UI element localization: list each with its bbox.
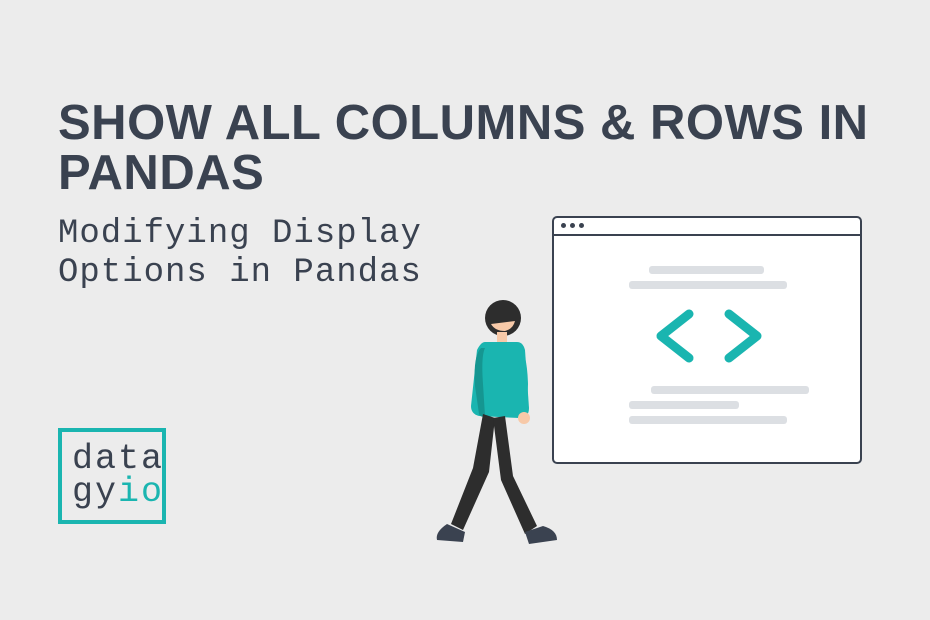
subtitle: Modifying Display Options in Pandas (58, 215, 422, 293)
main-title: SHOW ALL COLUMNS & ROWS IN PANDAS (58, 98, 930, 199)
subtitle-line1: Modifying Display (58, 215, 422, 254)
logo-line1: data (72, 443, 164, 476)
content-line (651, 386, 809, 394)
content-line (649, 266, 764, 274)
walking-person-illustration (433, 296, 568, 554)
browser-dots-icon (561, 223, 584, 228)
content-line (629, 281, 787, 289)
browser-bar (554, 234, 860, 236)
brand-logo: data gyio (58, 428, 166, 524)
logo-line2: gyio (72, 476, 164, 509)
content-line (629, 416, 787, 424)
subtitle-line2: Options in Pandas (58, 254, 422, 293)
browser-window-illustration (552, 216, 862, 464)
code-brackets-icon (649, 306, 769, 366)
content-line (629, 401, 739, 409)
